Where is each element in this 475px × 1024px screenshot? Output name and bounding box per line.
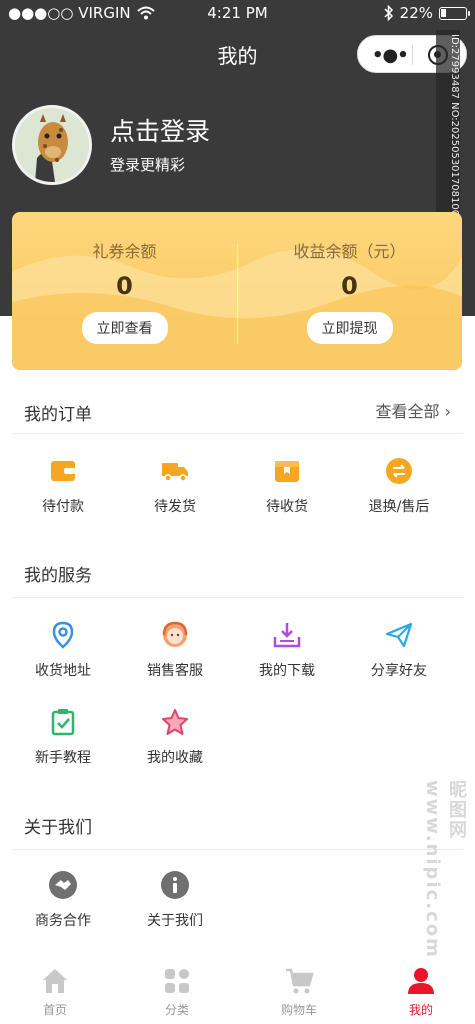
view-coupons-button[interactable]: 立即查看 [81,312,168,344]
order-pending-receipt[interactable]: 待收货 [231,456,343,516]
order-after-sales[interactable]: 退换/售后 [343,456,455,516]
coupon-balance-label: 礼券余额 [92,242,157,261]
service-label: 新手教程 [35,750,91,766]
battery-percent: 22% [399,4,433,22]
download-icon [273,623,301,648]
service-label: 销售客服 [147,663,203,679]
service-share[interactable]: 分享好友 [343,620,455,680]
section-divider [12,849,463,850]
login-subtitle: 登录更精彩 [110,156,186,174]
coupon-balance-value: 0 [116,272,133,300]
section-divider [12,597,463,598]
category-icon [165,969,189,993]
tab-label: 购物车 [280,1003,317,1017]
view-all-label: 查看全部 [375,402,440,421]
avatar[interactable] [12,105,92,185]
about-label: 关于我们 [147,913,203,929]
order-pending-shipment[interactable]: 待发货 [119,456,231,516]
earnings-balance-label: 收益余额（元） [293,242,406,261]
info-icon [161,871,189,899]
share-icon [385,622,413,648]
service-customer-support[interactable]: 销售客服 [119,620,231,680]
about-business[interactable]: 商务合作 [7,870,119,930]
about-title: 关于我们 [24,818,92,838]
watermark-site: 昵图网 www.nipic.com [422,780,467,959]
order-label: 待付款 [42,499,84,515]
chevron-right-icon: › [444,402,451,421]
box-icon [275,461,299,482]
balance-card: 礼券余额 0 立即查看 收益余额（元） 0 立即提现 [12,212,462,370]
bluetooth-icon [384,5,393,21]
service-label: 分享好友 [371,663,427,679]
services-title: 我的服务 [24,566,92,586]
service-downloads[interactable]: 我的下载 [231,620,343,680]
tab-label: 首页 [42,1003,67,1017]
earnings-balance-value: 0 [341,272,358,300]
exchange-icon [386,458,412,484]
tab-mine[interactable]: 我的 [366,966,475,1018]
tab-cart[interactable]: 购物车 [244,966,354,1018]
login-title[interactable]: 点击登录 [110,112,210,148]
service-favorites[interactable]: 我的收藏 [119,707,231,767]
coupon-balance: 礼券余额 0 立即查看 [12,238,237,344]
battery-icon [439,6,470,20]
clipboard-icon [51,709,75,736]
home-icon [43,969,67,993]
more-icon[interactable]: •●• [372,45,409,66]
order-pending-payment[interactable]: 待付款 [7,456,119,516]
tab-label: 分类 [164,1003,189,1017]
location-icon [52,621,74,649]
service-label: 我的下载 [259,663,315,679]
orders-title: 我的订单 [24,405,92,425]
about-label: 商务合作 [35,913,91,929]
order-label: 退换/售后 [368,499,430,515]
order-label: 待发货 [154,499,196,515]
order-label: 待收货 [266,499,308,515]
view-all-orders-link[interactable]: 查看全部 › [375,398,451,422]
wallet-icon [51,461,75,481]
handshake-icon [49,871,77,899]
tab-category[interactable]: 分类 [122,966,232,1018]
status-bar: ●●●○○ VIRGIN 4:21 PM 22% [0,0,475,26]
star-icon [162,709,188,735]
giraffe-avatar-icon [15,108,89,182]
cart-icon [286,968,314,994]
tab-label: 我的 [408,1003,433,1017]
withdraw-button[interactable]: 立即提现 [306,312,393,344]
truck-icon [162,463,188,482]
tab-home[interactable]: 首页 [0,966,110,1018]
user-icon [408,968,434,994]
service-label: 我的收藏 [147,750,203,766]
capsule-divider [412,45,413,65]
service-icon [162,621,188,647]
about-us[interactable]: 关于我们 [119,870,231,930]
service-label: 收货地址 [35,663,91,679]
service-tutorial[interactable]: 新手教程 [7,707,119,767]
tab-bar: 首页 分类 购物车 我的 [0,960,475,1024]
section-divider [12,433,463,434]
service-address[interactable]: 收货地址 [7,620,119,680]
earnings-balance: 收益余额（元） 0 立即提现 [237,238,462,344]
